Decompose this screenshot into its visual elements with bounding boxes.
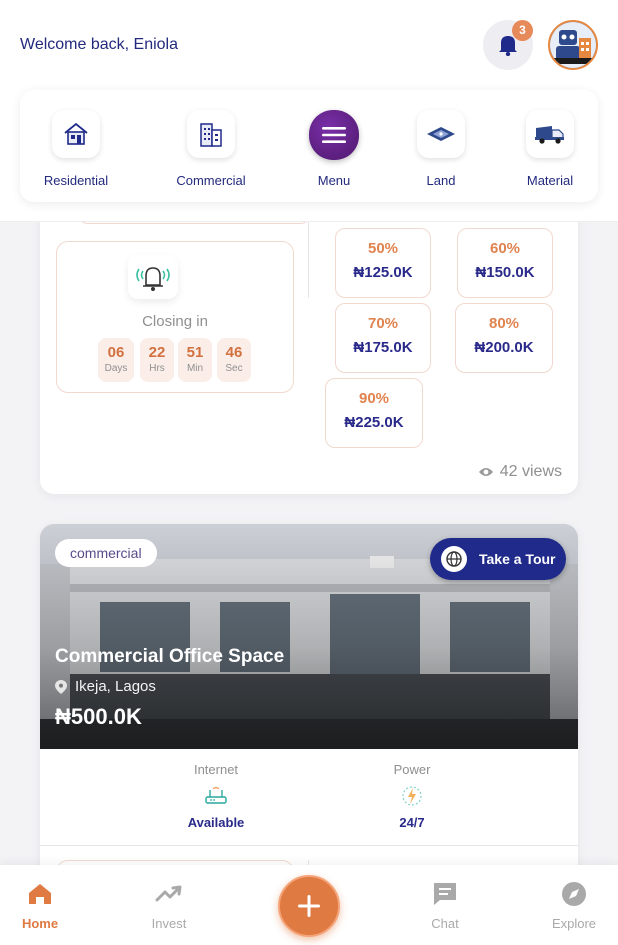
timer-seconds-unit: Sec: [225, 363, 243, 374]
timer-hours-unit: Hrs: [149, 363, 165, 374]
installment-percent: 50%: [367, 240, 399, 257]
router-icon: [156, 785, 276, 807]
category-menu[interactable]: Menu: [289, 110, 379, 188]
nav-invest[interactable]: Invest: [129, 880, 209, 931]
category-tag: commercial: [55, 539, 157, 567]
take-a-tour-button[interactable]: Take a Tour: [430, 538, 566, 580]
bottom-navigation: Home Invest Chat Explore: [0, 865, 618, 945]
truck-icon: [526, 110, 574, 158]
feature-value: 24/7: [399, 815, 425, 830]
installment-option[interactable]: 70% ₦175.0K: [335, 303, 431, 373]
installment-percent: 60%: [489, 240, 521, 257]
closing-in-label: Closing in: [142, 313, 208, 330]
add-button[interactable]: [278, 875, 340, 937]
timer-days: 06 Days: [98, 338, 134, 382]
nav-label: Invest: [151, 916, 187, 931]
category-commercial[interactable]: Commercial: [166, 110, 256, 188]
category-bar: Residential Commercial Menu Land Materia…: [20, 90, 598, 202]
installment-percent: 90%: [358, 390, 390, 407]
avatar[interactable]: [548, 20, 598, 70]
views-label: 42 views: [499, 463, 562, 480]
feature-label: Power: [393, 762, 431, 777]
compass-icon: [534, 880, 614, 908]
notification-count-badge: 3: [512, 20, 533, 41]
timer-minutes: 51 Min: [178, 338, 212, 382]
timer-minutes-value: 51: [186, 344, 204, 361]
installment-amount: ₦175.0K: [353, 339, 413, 356]
installment-option[interactable]: 80% ₦200.0K: [455, 303, 553, 373]
feature-label: Internet: [193, 762, 239, 777]
installment-amount: ₦125.0K: [353, 264, 413, 281]
bell-ring-icon: [128, 255, 178, 299]
nav-explore[interactable]: Explore: [534, 880, 614, 931]
tour-360-icon: [441, 546, 467, 572]
nav-label: Explore: [551, 916, 597, 931]
listing-location: Ikeja, Lagos: [55, 678, 156, 695]
feature-power: Power 24/7: [352, 762, 472, 830]
listing-title[interactable]: Commercial Office Space: [55, 646, 284, 668]
app-header: Welcome back, Eniola 3 Residential Comme…: [0, 0, 618, 222]
nav-home[interactable]: Home: [0, 880, 80, 931]
listing-location-label: Ikeja, Lagos: [75, 678, 156, 695]
timer-minutes-unit: Min: [186, 363, 204, 374]
installment-option[interactable]: 60% ₦150.0K: [457, 228, 553, 298]
listing-price: ₦500.0K: [55, 704, 142, 729]
welcome-message: Welcome back, Eniola: [20, 36, 178, 53]
category-residential[interactable]: Residential: [31, 110, 121, 188]
timer-hours: 22 Hrs: [140, 338, 174, 382]
nav-chat[interactable]: Chat: [405, 880, 485, 931]
installment-amount: ₦200.0K: [474, 339, 534, 356]
plus-icon: [298, 895, 320, 917]
timer-days-value: 06: [107, 344, 125, 361]
chat-icon: [405, 880, 485, 908]
nav-label: Home: [21, 916, 59, 931]
feature-internet: Internet Available: [156, 762, 276, 830]
home-icon: [0, 880, 80, 908]
category-label: Material: [526, 173, 574, 188]
listing-photo[interactable]: commercial Take a Tour Commercial Office…: [40, 524, 578, 749]
category-label: Menu: [317, 173, 351, 188]
lightning-icon: [352, 785, 472, 807]
house-icon: [52, 110, 100, 158]
location-pin-icon: [55, 679, 67, 694]
timer-days-unit: Days: [104, 363, 128, 374]
hamburger-menu-icon: [309, 110, 359, 160]
land-plot-icon: [417, 110, 465, 158]
eye-icon: [478, 468, 493, 476]
category-label: Commercial: [176, 173, 246, 188]
installment-percent: 70%: [367, 315, 399, 332]
installment-option[interactable]: 90% ₦225.0K: [325, 378, 423, 448]
category-material[interactable]: Material: [505, 110, 595, 188]
category-label: Land: [426, 173, 456, 188]
installment-amount: ₦225.0K: [344, 414, 404, 431]
nav-label: Chat: [431, 916, 459, 931]
feature-value: Available: [187, 815, 245, 830]
installment-option[interactable]: 50% ₦125.0K: [335, 228, 431, 298]
app-screen: Closing in 06 Days 22 Hrs 51 Min 46 Sec …: [0, 0, 618, 945]
timer-hours-value: 22: [148, 344, 166, 361]
trending-up-icon: [129, 880, 209, 908]
category-label: Residential: [43, 173, 109, 188]
timer-seconds-value: 46: [225, 344, 243, 361]
office-building-icon: [187, 110, 235, 158]
views-count: 42 views: [478, 463, 562, 481]
installment-percent: 80%: [488, 315, 520, 332]
divider: [40, 845, 578, 846]
take-a-tour-label: Take a Tour: [479, 551, 556, 567]
installment-amount: ₦150.0K: [475, 264, 535, 281]
timer-seconds: 46 Sec: [217, 338, 251, 382]
category-land[interactable]: Land: [396, 110, 486, 188]
